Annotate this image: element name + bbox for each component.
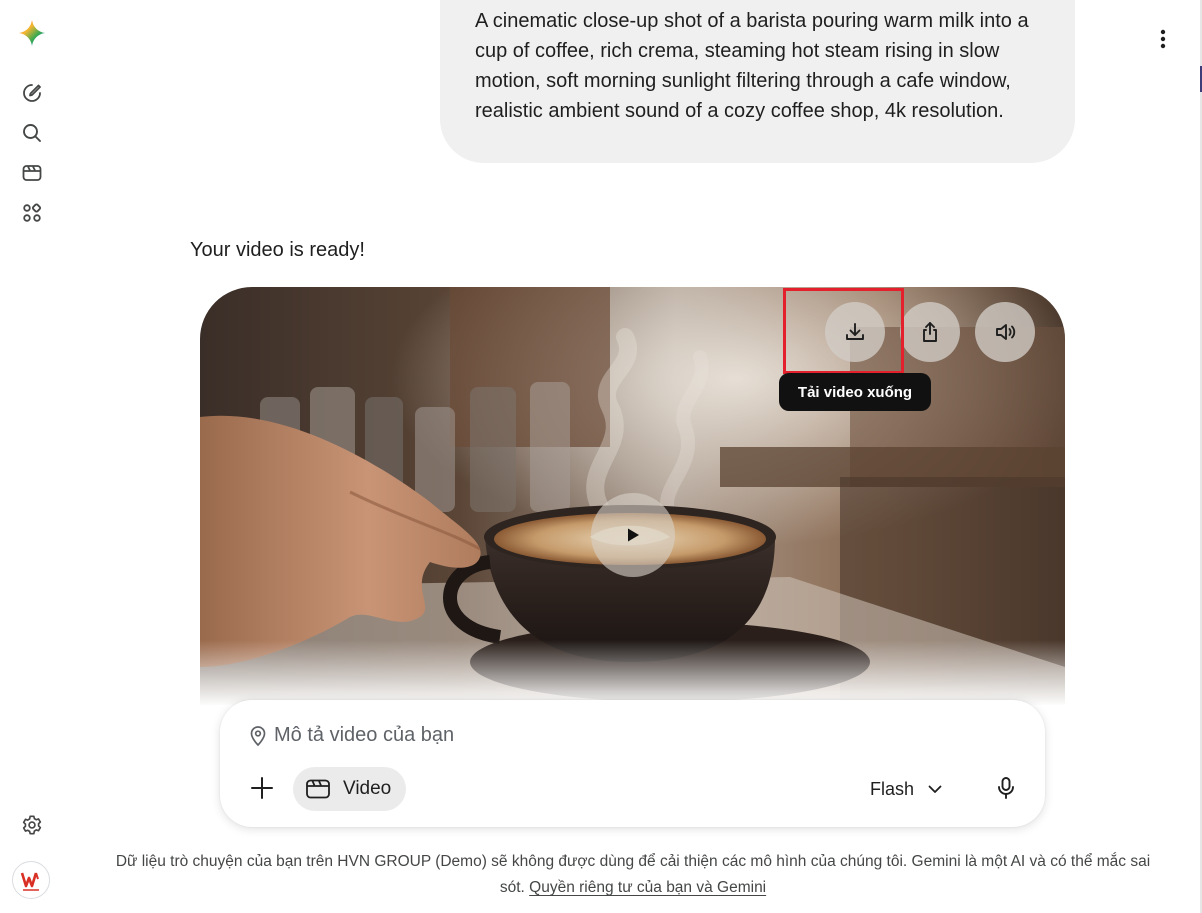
microphone-icon [998, 777, 1014, 799]
user-prompt-bubble: A cinematic close-up shot of a barista p… [440, 0, 1075, 163]
sidebar-rail [0, 0, 64, 913]
download-tooltip: Tải video xuống [779, 373, 931, 411]
model-selector[interactable]: Flash [870, 772, 942, 806]
play-icon [628, 528, 639, 542]
share-button[interactable] [900, 302, 960, 362]
footer-disclaimer: Dữ liệu trò chuyện của bạn trên HVN GROU… [110, 849, 1156, 901]
plus-icon [251, 777, 273, 799]
play-button[interactable] [591, 493, 675, 577]
gemini-logo-icon[interactable] [14, 15, 50, 51]
apps-icon[interactable] [14, 195, 50, 231]
download-highlight-box [783, 288, 904, 374]
microphone-button[interactable] [988, 770, 1024, 806]
volume-button[interactable] [975, 302, 1035, 362]
privacy-link[interactable]: Quyền riêng tư của bạn và Gemini [529, 879, 766, 896]
prompt-composer: Video Flash [220, 700, 1045, 827]
search-icon[interactable] [14, 115, 50, 151]
prompt-input[interactable] [274, 720, 874, 750]
chevron-down-icon [928, 785, 942, 793]
more-options-button[interactable] [1146, 22, 1180, 56]
avatar[interactable] [12, 861, 50, 899]
add-button[interactable] [244, 770, 280, 806]
settings-icon[interactable] [14, 807, 50, 843]
volume-icon [996, 324, 1016, 340]
video-tool-chip[interactable]: Video [293, 767, 406, 811]
video-chip-label: Video [343, 778, 392, 799]
new-chat-icon[interactable] [14, 75, 50, 111]
video-gallery-icon[interactable] [14, 155, 50, 191]
video-icon [306, 779, 330, 799]
more-vert-icon [1160, 29, 1166, 49]
share-icon [923, 322, 937, 342]
user-prompt-text: A cinematic close-up shot of a barista p… [475, 10, 1029, 122]
model-label: Flash [870, 778, 915, 799]
location-pin-icon [250, 726, 266, 747]
model-reply-text: Your video is ready! [190, 239, 365, 261]
